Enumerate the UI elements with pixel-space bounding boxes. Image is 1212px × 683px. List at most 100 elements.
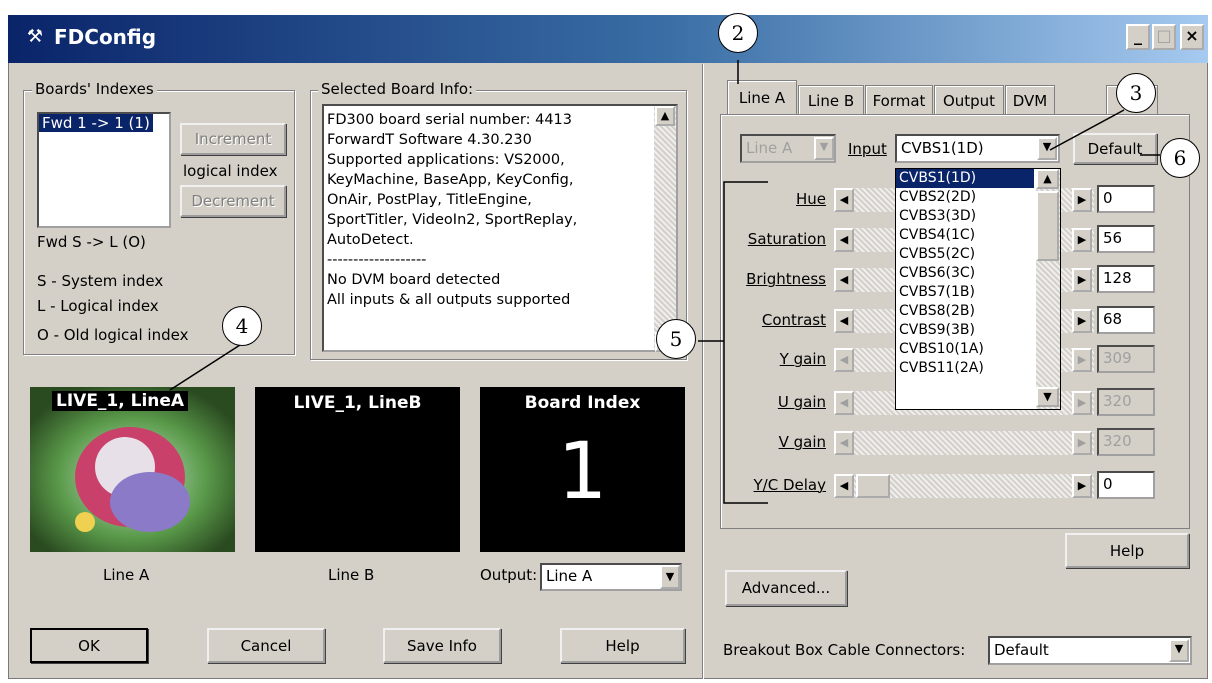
- slider-label: V gain: [778, 433, 826, 451]
- ok-button[interactable]: OK: [30, 628, 148, 663]
- tab-output[interactable]: Output: [934, 85, 1004, 115]
- slider-value[interactable]: 56: [1097, 225, 1155, 253]
- arrow-left-icon[interactable]: ◀: [834, 309, 854, 333]
- dropdown-item[interactable]: CVBS3(3D): [896, 207, 1034, 226]
- tab-line-a[interactable]: Line A: [727, 80, 797, 115]
- panel-divider: [702, 64, 704, 679]
- input-dropdown-arrow-icon[interactable]: ▼: [1037, 137, 1057, 160]
- preview-line-a-title: LIVE_1, LineA: [52, 391, 189, 411]
- legend-logical: L - Logical index: [37, 297, 159, 315]
- arrow-left-icon[interactable]: ◀: [834, 188, 854, 212]
- output-label: Output:: [480, 566, 538, 584]
- arrow-right-icon: ▶: [1072, 391, 1092, 415]
- dropdown-item[interactable]: CVBS2(2D): [896, 188, 1034, 207]
- dropdown-item[interactable]: CVBS6(3C): [896, 264, 1034, 283]
- dropdown-item[interactable]: CVBS5(2C): [896, 245, 1034, 264]
- scroll-up-icon[interactable]: ▲: [655, 106, 675, 126]
- close-button[interactable]: ×: [1180, 24, 1204, 50]
- slider-label: Y gain: [779, 350, 826, 368]
- info-line: -------------------: [327, 252, 427, 268]
- line-b-caption: Line B: [328, 566, 375, 584]
- arrow-right-icon[interactable]: ▶: [1072, 474, 1092, 498]
- advanced-button[interactable]: Advanced...: [725, 570, 847, 606]
- increment-button[interactable]: Increment: [180, 123, 286, 155]
- help-button-right[interactable]: Help: [1065, 533, 1189, 568]
- preview-board-index-title: Board Index: [524, 393, 641, 413]
- arrow-left-icon[interactable]: ◀: [834, 474, 854, 498]
- slider-value[interactable]: 68: [1097, 306, 1155, 334]
- dropdown-scroll-down-icon[interactable]: ▼: [1036, 387, 1059, 407]
- help-button-left[interactable]: Help: [560, 628, 685, 663]
- tab-dvm[interactable]: DVM: [1005, 85, 1055, 115]
- info-scrollbar[interactable]: [654, 106, 676, 350]
- input-select-value: CVBS1(1D): [901, 139, 984, 157]
- slider-label: Hue: [795, 190, 826, 208]
- arrow-left-icon[interactable]: ◀: [834, 268, 854, 292]
- output-select[interactable]: Line A ▼: [540, 563, 682, 591]
- arrow-left-icon: ◀: [834, 391, 854, 415]
- input-label: Input: [848, 140, 887, 158]
- logical-index-label: logical index: [183, 162, 278, 180]
- callout-4: 4: [222, 306, 262, 346]
- dropdown-item[interactable]: CVBS4(1C): [896, 226, 1034, 245]
- maximize-button[interactable]: □: [1152, 24, 1176, 50]
- line-select-value: Line A: [746, 139, 793, 157]
- breakout-select[interactable]: Default ▼: [988, 636, 1192, 665]
- slider-label: Brightness: [746, 270, 826, 288]
- slider-value[interactable]: 0: [1097, 471, 1155, 499]
- arrow-left-icon: ◀: [834, 431, 854, 455]
- breakout-dropdown-arrow-icon[interactable]: ▼: [1169, 639, 1189, 662]
- slider-value[interactable]: 0: [1097, 185, 1155, 213]
- tab-line-b[interactable]: Line B: [798, 85, 864, 115]
- dropdown-arrow-icon[interactable]: ▼: [660, 565, 680, 589]
- slider-value: 320: [1097, 388, 1155, 416]
- slider-value[interactable]: 128: [1097, 265, 1155, 293]
- callout-6: 6: [1160, 138, 1200, 178]
- board-index-value: 1: [557, 427, 608, 517]
- tab-format[interactable]: Format: [865, 85, 933, 115]
- input-select[interactable]: CVBS1(1D) ▼: [895, 134, 1060, 163]
- arrow-right-icon[interactable]: ▶: [1072, 309, 1092, 333]
- line-dropdown-arrow-icon: ▼: [814, 137, 834, 160]
- arrow-right-icon[interactable]: ▶: [1072, 228, 1092, 252]
- boards-list-item[interactable]: Fwd 1 -> 1 (1): [39, 114, 153, 132]
- legend-system: S - System index: [37, 272, 164, 290]
- cancel-button[interactable]: Cancel: [207, 628, 325, 663]
- arrow-left-icon: ◀: [834, 348, 854, 372]
- dropdown-item[interactable]: CVBS7(1B): [896, 283, 1034, 302]
- arrow-right-icon: ▶: [1072, 348, 1092, 372]
- slider-track: [834, 431, 1094, 455]
- dropdown-scroll-thumb[interactable]: [1036, 191, 1059, 261]
- line-select[interactable]: Line A ▼: [740, 134, 836, 163]
- dropdown-scroll-up-icon[interactable]: ▲: [1036, 169, 1059, 189]
- minimize-icon: _: [1134, 26, 1142, 45]
- arrow-left-icon[interactable]: ◀: [834, 228, 854, 252]
- save-info-button[interactable]: Save Info: [383, 628, 501, 663]
- arrow-right-icon[interactable]: ▶: [1072, 188, 1092, 212]
- dropdown-item[interactable]: CVBS9(3B): [896, 321, 1034, 340]
- dropdown-item[interactable]: CVBS11(2A): [896, 359, 1034, 378]
- default-button[interactable]: Default: [1073, 133, 1157, 164]
- slider-value: 309: [1097, 345, 1155, 373]
- slider-thumb[interactable]: [856, 474, 890, 498]
- dropdown-item[interactable]: CVBS8(2B): [896, 302, 1034, 321]
- boards-list[interactable]: Fwd 1 -> 1 (1): [37, 112, 171, 228]
- board-info-title: Selected Board Info:: [318, 80, 477, 98]
- input-dropdown-list[interactable]: CVBS1(1D) CVBS2(2D) CVBS3(3D) CVBS4(1C) CVBS…: [895, 168, 1061, 410]
- slider-label: Saturation: [747, 230, 826, 248]
- preview-line-a-image: [30, 387, 235, 552]
- arrow-right-icon[interactable]: ▶: [1072, 268, 1092, 292]
- dropdown-item[interactable]: CVBS1(1D): [896, 169, 1034, 188]
- preview-board-index: Board Index 1: [480, 387, 685, 552]
- decrement-button[interactable]: Decrement: [180, 185, 286, 217]
- window-title: FDConfig: [54, 25, 157, 49]
- dropdown-item[interactable]: CVBS10(1A): [896, 340, 1034, 359]
- minimize-button[interactable]: _: [1126, 24, 1150, 50]
- info-line: OnAir, PostPlay, TitleEngine,: [327, 192, 532, 208]
- arrow-right-icon: ▶: [1072, 431, 1092, 455]
- board-info-text: FD300 board serial number: 4413 ForwardT …: [322, 104, 678, 352]
- callout-2: 2: [718, 13, 758, 53]
- info-line: All inputs & all outputs supported: [327, 292, 571, 308]
- slider-label: Contrast: [761, 311, 826, 329]
- fwd-s-l-label: Fwd S -> L (O): [37, 233, 146, 251]
